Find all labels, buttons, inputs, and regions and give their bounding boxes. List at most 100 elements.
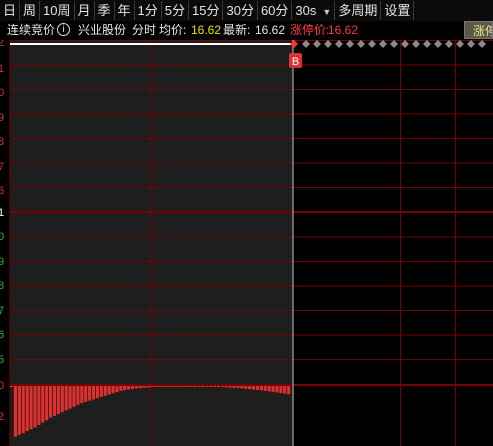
- volume-bar: [72, 386, 76, 407]
- volume-bar: [220, 386, 224, 388]
- volume-bar: [95, 386, 99, 399]
- y-tick-label-lower: 5: [0, 354, 4, 366]
- volume-bar: [13, 386, 17, 437]
- buy-marker-label: B: [292, 56, 299, 68]
- volume-bar: [158, 386, 162, 387]
- volume-bar: [91, 386, 96, 400]
- chart-mode-label: 分时: [132, 23, 157, 37]
- volume-bar: [263, 386, 267, 391]
- period-day-button[interactable]: 日: [0, 1, 21, 20]
- volume-bar: [185, 386, 189, 387]
- settings-button[interactable]: 设置: [381, 1, 415, 20]
- volume-bar: [248, 386, 252, 390]
- volume-bar: [189, 386, 193, 387]
- volume-bar: [216, 386, 220, 387]
- volume-bar: [205, 386, 209, 387]
- period-15min-button[interactable]: 15分: [189, 1, 224, 20]
- latest-price-label: 最新:: [223, 23, 251, 37]
- volume-bar: [209, 386, 213, 387]
- volume-bar: [88, 386, 92, 401]
- limit-up-label: 涨停价:: [290, 23, 330, 37]
- volume-bar: [99, 386, 103, 397]
- period-30min-button[interactable]: 30分: [223, 1, 258, 20]
- volume-bar: [130, 386, 135, 390]
- volume-bar: [52, 386, 57, 416]
- volume-bar: [201, 386, 205, 387]
- volume-bar: [181, 386, 185, 387]
- stock-name: 兴业股份: [78, 23, 127, 37]
- multi-period-button[interactable]: 多周期: [335, 1, 382, 20]
- past-volume-panel: [10, 385, 293, 446]
- period-5min-button[interactable]: 5分: [162, 1, 190, 20]
- volume-bar: [146, 386, 150, 388]
- avg-price-label: 均价:: [159, 23, 187, 37]
- period-quarter-button[interactable]: 季: [95, 1, 115, 20]
- period-week-button[interactable]: 周: [20, 1, 41, 20]
- volume-bar: [154, 386, 158, 387]
- volume-bar: [259, 386, 263, 391]
- volume-bar: [275, 386, 279, 393]
- y-tick-label-lower: 9: [0, 256, 4, 268]
- volume-bar: [224, 386, 228, 388]
- volume-bar: [49, 386, 53, 418]
- volume-bar: [142, 386, 146, 388]
- volume-bar: [45, 386, 49, 421]
- y-tick-label-upper: 8: [0, 136, 4, 148]
- y-tick-label-upper: 7: [0, 161, 4, 173]
- volume-bar: [119, 386, 123, 391]
- volume-bar: [197, 386, 201, 387]
- y-tick-label-upper: 0: [0, 87, 4, 99]
- volume-bar: [84, 386, 88, 402]
- volume-bar: [60, 386, 64, 413]
- period-month-button[interactable]: 月: [75, 1, 95, 20]
- y-tick-label-lower: 8: [0, 280, 4, 292]
- avg-price-value: 16.62: [191, 23, 222, 37]
- volume-bar: [255, 386, 259, 390]
- volume-bar: [68, 386, 72, 409]
- volume-bar: [138, 386, 142, 389]
- volume-bar: [236, 386, 240, 389]
- volume-bar: [123, 386, 127, 391]
- intraday-chart[interactable]: B2109876109876502: [0, 40, 493, 446]
- period-year-button[interactable]: 年: [115, 1, 135, 20]
- volume-bar: [107, 386, 111, 395]
- volume-bar: [33, 386, 37, 428]
- info-bar: 连续竞价 i 兴业股份 分时 均价: 16.62 最新: 16.62 涨停价: …: [0, 21, 493, 40]
- info-icon[interactable]: i: [57, 23, 70, 36]
- chevron-down-icon: ▼: [322, 7, 332, 17]
- volume-bar: [212, 386, 217, 387]
- period-toolbar: 日周 10周月季年 1分 5分 15分 30分 60分 30s ▼ 多周期 设置: [0, 0, 493, 22]
- volume-bar: [279, 386, 283, 394]
- volume-bar: [283, 386, 287, 394]
- volume-bar: [134, 386, 138, 389]
- latest-price-value: 16.62: [255, 23, 286, 37]
- period-select[interactable]: 30s ▼: [292, 1, 336, 20]
- volume-bar: [193, 386, 197, 387]
- volume-bar: [173, 386, 178, 387]
- volume-bar: [251, 386, 256, 390]
- volume-bar: [21, 386, 25, 433]
- volume-bar: [228, 386, 232, 388]
- volume-bar: [287, 386, 291, 395]
- volume-tick-label: 0: [0, 380, 4, 392]
- volume-bar: [41, 386, 45, 423]
- volume-bar: [17, 386, 21, 435]
- volume-bar: [232, 386, 236, 388]
- volume-bar: [177, 386, 181, 387]
- period-10week-button[interactable]: 10周: [40, 1, 75, 20]
- volume-bar: [162, 386, 166, 387]
- y-tick-label-lower: 6: [0, 329, 4, 341]
- y-tick-label-upper: 2: [0, 40, 4, 49]
- volume-bar: [267, 386, 271, 392]
- volume-bar: [76, 386, 80, 405]
- period-60min-button[interactable]: 60分: [258, 1, 293, 20]
- volume-bar: [170, 386, 174, 387]
- volume-bar: [150, 386, 154, 388]
- volume-bar: [111, 386, 115, 394]
- volume-bar: [244, 386, 248, 389]
- period-1min-button[interactable]: 1分: [135, 1, 162, 20]
- volume-tick-label: 2: [0, 411, 4, 423]
- limit-up-tab[interactable]: 涨停: [464, 21, 493, 39]
- volume-bar: [127, 386, 131, 390]
- volume-bar: [103, 386, 107, 396]
